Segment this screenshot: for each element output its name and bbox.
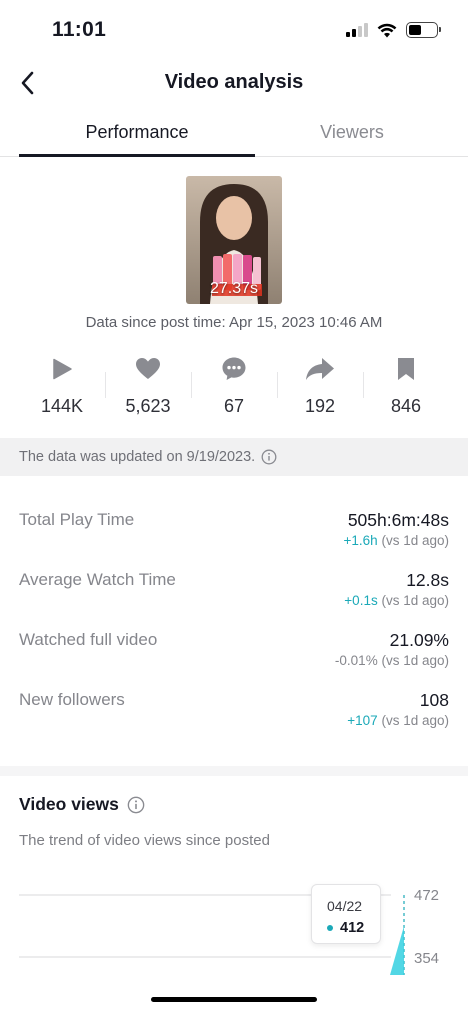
metric-label: Average Watch Time xyxy=(19,570,176,589)
metric-label: Total Play Time xyxy=(19,510,135,529)
page-title: Video analysis xyxy=(164,71,304,93)
metric-compare: (vs 1d ago) xyxy=(377,713,449,728)
battery-icon xyxy=(406,22,441,38)
tooltip-value: 412 xyxy=(327,920,364,936)
tab-bar: Performance Viewers xyxy=(0,112,468,157)
stat-favorites: 846 xyxy=(363,352,449,422)
status-bar: 11:01 xyxy=(0,0,468,60)
stat-comments: 67 xyxy=(191,352,277,422)
series-dot-icon xyxy=(327,925,333,931)
metric-delta: +1.6h xyxy=(343,533,378,548)
metric-label: Watched full video xyxy=(19,630,158,649)
metric-value: 505h:6m:48s xyxy=(347,510,449,530)
wifi-icon xyxy=(377,23,397,37)
metric-value: 21.09% xyxy=(389,630,449,650)
info-icon[interactable] xyxy=(261,449,277,465)
metric-watched-full-video: Watched full video 21.09% -0.01% (vs 1d … xyxy=(19,622,449,682)
video-views-subtitle: The trend of video views since posted xyxy=(19,832,270,849)
tab-performance[interactable]: Performance xyxy=(19,122,255,143)
video-views-chart[interactable]: 472 354 xyxy=(19,880,449,975)
comment-icon xyxy=(221,352,247,386)
metric-new-followers: New followers 108 +107 (vs 1d ago) xyxy=(19,682,449,742)
engagement-stats: 144K 5,623 67 192 846 xyxy=(19,352,449,422)
home-indicator[interactable] xyxy=(151,997,317,1002)
bookmark-icon xyxy=(396,352,416,386)
views-area xyxy=(390,926,404,975)
nav-bar: Video analysis xyxy=(0,60,468,106)
update-text: The data was updated on 9/19/2023. xyxy=(19,449,256,465)
stat-views: 144K xyxy=(19,352,105,422)
metric-label: New followers xyxy=(19,690,125,709)
video-views-heading: Video views xyxy=(19,794,145,815)
stat-value: 144K xyxy=(40,396,84,416)
metric-delta: +0.1s xyxy=(344,593,378,608)
stat-shares: 192 xyxy=(277,352,363,422)
post-time-text: Data since post time: Apr 15, 2023 10:46… xyxy=(85,314,383,331)
stat-value: 67 xyxy=(223,396,245,416)
tooltip-count: 412 xyxy=(340,920,365,936)
metric-change: +107 (vs 1d ago) xyxy=(347,713,449,728)
video-duration: 27.37s xyxy=(209,280,259,297)
video-thumbnail[interactable]: 27.37s xyxy=(186,176,282,304)
share-icon xyxy=(305,352,335,386)
play-icon xyxy=(50,352,74,386)
y-tick-label: 354 xyxy=(414,950,439,967)
tab-viewers[interactable]: Viewers xyxy=(255,122,449,143)
info-icon[interactable] xyxy=(127,796,145,814)
metric-compare: (vs 1d ago) xyxy=(377,593,449,608)
y-tick-label: 472 xyxy=(414,887,439,904)
stat-likes: 5,623 xyxy=(105,352,191,422)
metric-total-play-time: Total Play Time 505h:6m:48s +1.6h (vs 1d… xyxy=(19,502,449,562)
video-views-title: Video views xyxy=(19,794,119,814)
metric-value: 12.8s xyxy=(406,570,449,590)
metric-compare: (vs 1d ago) xyxy=(377,533,449,548)
metric-average-watch-time: Average Watch Time 12.8s +0.1s (vs 1d ag… xyxy=(19,562,449,622)
metric-delta: +107 xyxy=(347,713,378,728)
active-tab-indicator xyxy=(19,154,255,157)
stat-value: 5,623 xyxy=(125,396,171,416)
status-time: 11:01 xyxy=(52,18,107,41)
metric-change: -0.01% (vs 1d ago) xyxy=(335,653,449,668)
section-divider xyxy=(0,766,468,776)
metric-change: +1.6h (vs 1d ago) xyxy=(344,533,449,548)
performance-metrics: Total Play Time 505h:6m:48s +1.6h (vs 1d… xyxy=(19,502,449,742)
stat-value: 846 xyxy=(390,396,422,416)
metric-value: 108 xyxy=(419,690,449,710)
heart-icon xyxy=(135,352,161,386)
tooltip-date: 04/22 xyxy=(327,898,363,914)
chart-tooltip: 04/22 412 xyxy=(311,884,381,944)
stat-value: 192 xyxy=(304,396,336,416)
data-update-banner: The data was updated on 9/19/2023. xyxy=(0,438,468,476)
metric-change: +0.1s (vs 1d ago) xyxy=(344,593,449,608)
cellular-signal-icon xyxy=(346,23,368,37)
metric-delta: -0.01% xyxy=(334,653,378,668)
metric-compare: (vs 1d ago) xyxy=(377,653,449,668)
